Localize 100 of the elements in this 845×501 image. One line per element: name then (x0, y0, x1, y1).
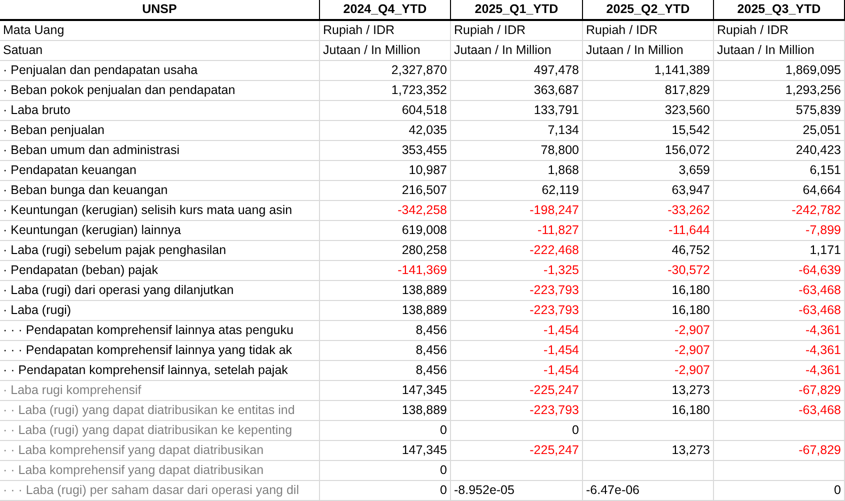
table-cell-text: 16,180 (672, 282, 710, 300)
table-cell-text: -223,793 (530, 402, 579, 420)
row-label: · Pendapatan keuangan (3, 162, 136, 180)
table-cell-text: 1,171 (810, 242, 841, 260)
table-cell-text: Jutaan / In Million (454, 42, 552, 60)
table-cell-text: Jutaan / In Million (323, 42, 420, 60)
table-cell-text: -4,361 (806, 342, 841, 360)
table-cell-text: 7,134 (548, 122, 579, 140)
table-cell-text: -33,262 (668, 202, 710, 220)
table-cell-text: 0 (440, 422, 447, 440)
table-cell-text: -67,829 (798, 442, 841, 460)
table-cell-text: -63,468 (798, 302, 841, 320)
column-header: 2025_Q2_YTD (583, 0, 714, 19)
table-cell-text: 138,889 (402, 302, 447, 320)
table-cell-text: 575,839 (796, 102, 841, 120)
table-cell-text: -141,369 (398, 262, 447, 280)
column-header: 2024_Q4_YTD (320, 0, 451, 19)
row-label: · · Laba komprehensif yang dapat diatribusikan (3, 442, 264, 460)
table-cell-text: -8.952e-05 (454, 482, 514, 500)
table-cell-text: -342,258 (398, 202, 447, 220)
row-label: · Laba (rugi) sebelum pajak penghasilan (3, 242, 226, 260)
table-cell-text: 8,456 (416, 362, 447, 380)
row-label: · Keuntungan (kerugian) lainnya (3, 222, 181, 240)
table-cell-text: 0 (440, 462, 447, 480)
row-label: · Laba bruto (3, 102, 70, 120)
table-cell-text: 1,293,256 (785, 82, 841, 100)
table-cell-text: Rupiah / IDR (454, 22, 526, 40)
table-cell-text: 13,273 (672, 382, 710, 400)
table-cell-text: -4,361 (806, 322, 841, 340)
table-cell-text: 8,456 (416, 342, 447, 360)
table-cell-text: Rupiah / IDR (323, 22, 395, 40)
table-cell-text: -225,247 (530, 382, 579, 400)
table-cell-text: -11,644 (668, 222, 710, 240)
table-cell-text: 78,800 (540, 142, 579, 160)
row-label: · Beban bunga dan keuangan (3, 182, 168, 200)
row-label: · Pendapatan (beban) pajak (3, 262, 158, 280)
table-cell-text: 323,560 (664, 102, 710, 120)
table-cell-text: -2,907 (674, 342, 710, 360)
table-cell-text: -225,247 (530, 442, 579, 460)
row-label: Satuan (3, 42, 43, 60)
table-cell-text: 64,664 (802, 182, 841, 200)
table-cell-text: -7,899 (806, 222, 841, 240)
column-header: UNSP (0, 0, 320, 19)
table-cell-text: -2,907 (674, 322, 710, 340)
table-cell-text: 138,889 (402, 402, 447, 420)
table-cell-text: 42,035 (408, 122, 447, 140)
table-cell-text: 46,752 (672, 242, 710, 260)
row-label: · Penjualan dan pendapatan usaha (3, 62, 198, 80)
table-cell-text: Jutaan / In Million (717, 42, 814, 60)
table-cell-text: 63,947 (672, 182, 710, 200)
table-cell-text: 156,072 (664, 142, 710, 160)
table-cell-text: 0 (834, 482, 841, 500)
table-cell-text: -30,572 (668, 262, 710, 280)
row-label: · Beban umum dan administrasi (3, 142, 180, 160)
table-cell-text: -2,907 (674, 362, 710, 380)
table-cell-text: Rupiah / IDR (717, 22, 789, 40)
table-cell-text: -222,468 (530, 242, 579, 260)
table-cell-text: 1,723,352 (391, 82, 447, 100)
table-cell-text: 62,119 (542, 182, 579, 200)
table-cell-text: 1,141,389 (654, 62, 710, 80)
table-cell-text: -63,468 (798, 282, 841, 300)
table-cell-text: -1,454 (544, 322, 579, 340)
table-cell-text: 497,478 (534, 62, 579, 80)
table-cell-text: -242,782 (792, 202, 841, 220)
table-cell-text: 240,423 (796, 142, 841, 160)
table-cell-text: 604,518 (402, 102, 447, 120)
row-label: · · Laba (rugi) yang dapat diatribusikan ke entitas ind (3, 402, 295, 420)
table-cell-text: 138,889 (402, 282, 447, 300)
table-cell-text: -4,361 (806, 362, 841, 380)
row-label: · · Laba komprehensif yang dapat diatribusikan (3, 462, 264, 480)
table-cell-text: -1,454 (544, 362, 579, 380)
table-cell-text: 16,180 (672, 302, 710, 320)
table-cell-text: -67,829 (798, 382, 841, 400)
table-cell-text: -223,793 (530, 282, 579, 300)
table-cell-text: 1,869,095 (785, 62, 841, 80)
table-cell-text: 147,345 (402, 382, 447, 400)
column-header: 2025_Q3_YTD (714, 0, 845, 19)
table-cell-text: 3,659 (678, 162, 710, 180)
row-label: · · Pendapatan komprehensif lainnya, setelah pajak (3, 362, 288, 380)
table-cell-text: Rupiah / IDR (586, 22, 658, 40)
row-label: Mata Uang (3, 22, 64, 40)
row-label: · Laba (rugi) dari operasi yang dilanjutkan (3, 282, 234, 300)
table-cell-text: 0 (440, 482, 447, 500)
table-cell-text: 10,987 (408, 162, 447, 180)
table-cell-text: 147,345 (402, 442, 447, 460)
table-cell-text: 15,542 (672, 122, 710, 140)
table-cell-text: 13,273 (672, 442, 710, 460)
table-cell-text: 6,151 (810, 162, 841, 180)
row-label: · · · Pendapatan komprehensif lainnya atas penguku (3, 322, 294, 340)
table-cell-text: 16,180 (672, 402, 710, 420)
row-label: · · Laba (rugi) yang dapat diatribusikan ke kepenting (3, 422, 292, 440)
table-cell-text: 216,507 (402, 182, 447, 200)
row-label: · Beban penjualan (3, 122, 104, 140)
table-cell-text: -1,454 (544, 342, 579, 360)
table-cell-text: 0 (572, 422, 579, 440)
table-cell-text: 2,327,870 (391, 62, 447, 80)
row-label: · Keuntungan (kerugian) selisih kurs mata uang asin (3, 202, 292, 220)
table-cell-text: -64,639 (798, 262, 841, 280)
table-cell-text: 1,868 (548, 162, 579, 180)
table-cell-text: 817,829 (664, 82, 710, 100)
